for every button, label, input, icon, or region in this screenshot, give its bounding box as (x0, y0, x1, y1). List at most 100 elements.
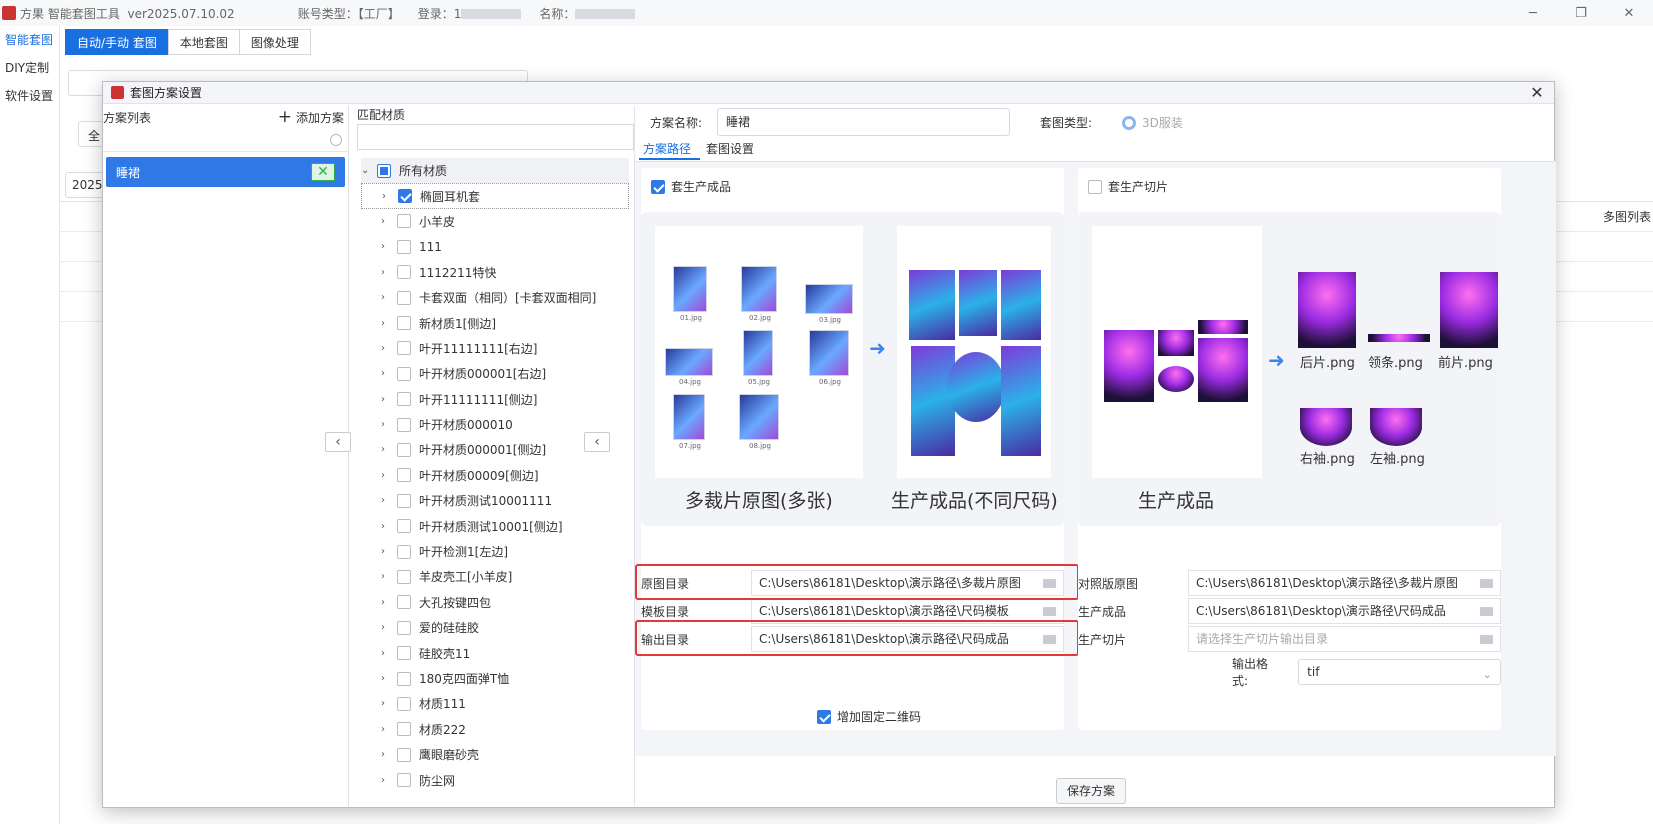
collapse-material-button[interactable]: ‹ (584, 432, 610, 452)
add-scheme-button[interactable]: + 添加方案 (278, 108, 344, 126)
production-finished-checkbox-row[interactable]: 套生产成品 (651, 178, 731, 195)
tree-item-checkbox[interactable] (397, 544, 411, 559)
tree-item[interactable]: › 叶开材质00009[侧边] (361, 463, 629, 488)
folder-icon[interactable] (1480, 635, 1493, 644)
chevron-right-icon[interactable]: › (381, 241, 391, 252)
tab-auto-manual[interactable]: 自动/手动 套图 (65, 29, 169, 55)
folder-icon[interactable] (1480, 607, 1493, 616)
tree-item[interactable]: › 硅胶壳11 (361, 640, 629, 665)
tree-item-checkbox[interactable] (397, 392, 411, 407)
tree-root[interactable]: ⌄ 所有材质 (361, 158, 629, 184)
tree-item-checkbox[interactable] (397, 646, 411, 661)
scheme-search-input[interactable] (103, 130, 348, 152)
tree-item-checkbox[interactable] (397, 595, 411, 610)
tree-item-checkbox[interactable] (397, 239, 411, 254)
chevron-right-icon[interactable]: › (381, 724, 391, 735)
tree-item-checkbox[interactable] (397, 747, 411, 762)
save-scheme-button[interactable]: 保存方案 (1056, 778, 1126, 804)
tree-item-checkbox[interactable] (397, 214, 411, 229)
chevron-right-icon[interactable]: › (381, 216, 391, 227)
slice-dir-input[interactable]: 请选择生产切片输出目录 (1188, 626, 1501, 652)
chevron-right-icon[interactable]: › (381, 648, 391, 659)
chevron-right-icon[interactable]: › (381, 673, 391, 684)
tree-item-checkbox[interactable] (397, 366, 411, 381)
type-3d-radio[interactable] (1122, 115, 1137, 130)
root-checkbox[interactable] (377, 163, 391, 178)
tree-item-checkbox[interactable] (397, 417, 411, 432)
tree-item[interactable]: › 小羊皮 (361, 209, 629, 234)
reference-dir-input[interactable]: C:\Users\86181\Desktop\演示路径\多裁片原图 (1188, 570, 1501, 596)
chevron-right-icon[interactable]: › (381, 546, 391, 557)
chevron-down-icon[interactable]: ⌄ (361, 165, 371, 176)
collapse-scheme-list-button[interactable]: ‹ (325, 432, 351, 452)
tab-mockup-settings[interactable]: 套图设置 (702, 140, 763, 160)
production-dir-input[interactable]: C:\Users\86181\Desktop\演示路径\尺码成品 (1188, 598, 1501, 624)
tree-item[interactable]: › 叶开检测1[左边] (361, 539, 629, 564)
tree-item-checkbox[interactable] (397, 569, 411, 584)
tree-item[interactable]: › 卡套双面（相同）[卡套双面相同] (361, 285, 629, 310)
minimize-icon[interactable]: ─ (1509, 0, 1557, 26)
chevron-right-icon[interactable]: › (381, 318, 391, 329)
tab-local[interactable]: 本地套图 (167, 29, 240, 55)
qr-code-checkbox-row[interactable]: 增加固定二维码 (817, 708, 921, 725)
chevron-right-icon[interactable]: › (381, 571, 391, 582)
close-window-icon[interactable]: ✕ (1605, 0, 1653, 26)
tab-scheme-path[interactable]: 方案路径 (639, 140, 701, 160)
chevron-right-icon[interactable]: › (381, 444, 391, 455)
tree-item-checkbox[interactable] (397, 468, 411, 483)
nav-smart-mockup[interactable]: 智能套图 (0, 26, 59, 54)
chevron-right-icon[interactable]: › (381, 394, 391, 405)
tree-item[interactable]: › 叶开11111111[右边] (361, 336, 629, 361)
chevron-right-icon[interactable]: › (381, 267, 391, 278)
production-finished-checkbox[interactable] (651, 179, 665, 194)
tree-item-checkbox[interactable] (397, 316, 411, 331)
chevron-right-icon[interactable]: › (381, 622, 391, 633)
tree-item-checkbox[interactable] (397, 696, 411, 711)
chevron-right-icon[interactable]: › (381, 698, 391, 709)
tree-item-checkbox[interactable] (397, 620, 411, 635)
tree-item-checkbox[interactable] (397, 442, 411, 457)
tree-item-checkbox[interactable] (397, 290, 411, 305)
nav-diy[interactable]: DIY定制 (0, 54, 59, 82)
tree-item[interactable]: › 防尘网 (361, 767, 629, 792)
tree-item[interactable]: › 爱的硅硅胶 (361, 615, 629, 640)
tree-item[interactable]: › 叶开材质000001[右边] (361, 361, 629, 386)
tree-item[interactable]: › 1112211特快 (361, 260, 629, 285)
chevron-right-icon[interactable]: › (381, 495, 391, 506)
tab-image-processing[interactable]: 图像处理 (238, 29, 311, 55)
chevron-right-icon[interactable]: › (381, 292, 391, 303)
tree-item-checkbox[interactable] (398, 189, 412, 204)
tree-item[interactable]: › 材质111 (361, 691, 629, 716)
chevron-right-icon[interactable]: › (381, 368, 391, 379)
dialog-close-icon[interactable]: ✕ (1528, 84, 1546, 102)
tree-item[interactable]: › 叶开材质测试10001[侧边] (361, 513, 629, 538)
chevron-right-icon[interactable]: › (381, 597, 391, 608)
tree-item[interactable]: › 叶开11111111[侧边] (361, 387, 629, 412)
nav-settings[interactable]: 软件设置 (0, 82, 59, 110)
tree-item-checkbox[interactable] (397, 493, 411, 508)
tree-item[interactable]: › 材质222 (361, 717, 629, 742)
tree-item[interactable]: › 新材质1[侧边] (361, 310, 629, 335)
chevron-right-icon[interactable]: › (381, 521, 391, 532)
tree-item[interactable]: › 鹰眼磨砂壳 (361, 742, 629, 767)
scheme-name-input[interactable]: 睡裙 (717, 108, 1011, 136)
excel-icon[interactable]: ✕ (311, 163, 335, 181)
tree-item-checkbox[interactable] (397, 671, 411, 686)
chevron-right-icon[interactable]: › (381, 775, 391, 786)
tree-item[interactable]: › 180克四面弹T恤 (361, 666, 629, 691)
tree-item-checkbox[interactable] (397, 773, 411, 788)
chevron-right-icon[interactable]: › (381, 470, 391, 481)
chevron-right-icon[interactable]: › (381, 343, 391, 354)
tree-item-checkbox[interactable] (397, 519, 411, 534)
output-format-select[interactable]: tif ⌄ (1298, 659, 1501, 685)
tree-item[interactable]: › 大孔按键四包 (361, 590, 629, 615)
tree-item-checkbox[interactable] (397, 341, 411, 356)
tree-item-checkbox[interactable] (397, 265, 411, 280)
tree-item[interactable]: › 111 (361, 234, 629, 259)
restore-icon[interactable]: ❐ (1557, 0, 1605, 26)
tree-item[interactable]: › 叶开材质测试10001111 (361, 488, 629, 513)
production-slice-checkbox[interactable] (1088, 179, 1102, 194)
chevron-right-icon[interactable]: › (381, 749, 391, 760)
qr-code-checkbox[interactable] (817, 709, 831, 724)
folder-icon[interactable] (1480, 579, 1493, 588)
